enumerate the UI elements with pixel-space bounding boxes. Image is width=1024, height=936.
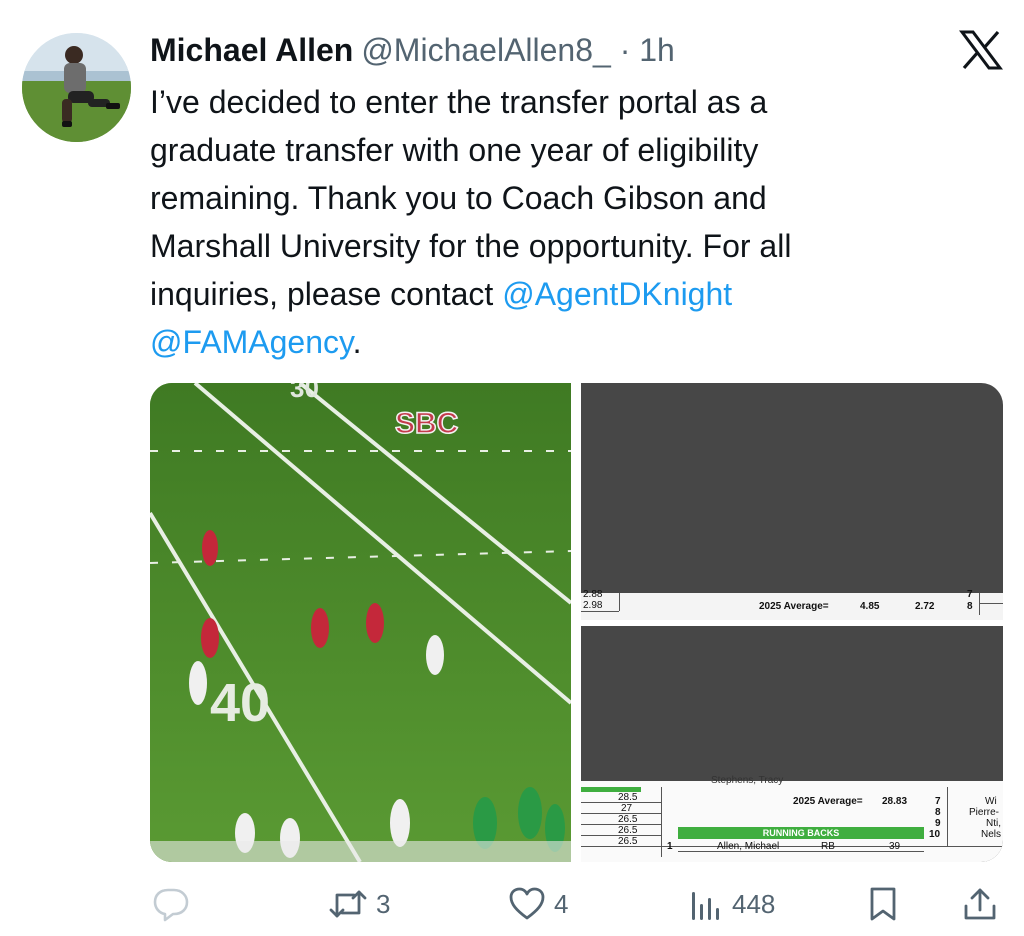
sheet-rows: Stephens, Tracy 28.5 27 26.5 26.5 26.5 2… [581, 775, 1003, 862]
sheet-right-name: Pierre- [969, 807, 1000, 818]
sheet-right-name: Wi [985, 796, 997, 807]
tweet-line: remaining. Thank you to Coach Gibson and [150, 180, 767, 216]
views-icon [692, 892, 719, 920]
sheet-top-name: Stephens, Tracy [711, 775, 784, 786]
reply-button[interactable] [152, 882, 198, 926]
retweet-count: 3 [376, 888, 391, 919]
x-logo-icon[interactable] [959, 30, 1003, 70]
mention-agentdknight[interactable]: @AgentDKnight [502, 276, 732, 312]
retweet-icon [329, 890, 367, 918]
sheet-right-num: 7 [935, 796, 941, 807]
author-name[interactable]: Michael Allen [150, 32, 353, 68]
media-stats-sheet-top[interactable]: 2.88 2.98 2025 Average= 4.85 2.72 7 8 [581, 383, 1003, 620]
bookmark-button[interactable] [866, 882, 900, 926]
media-grid: 30 SBC 40 2.88 2.98 2025 Average= 4.85 2… [150, 383, 1003, 862]
like-icon [509, 887, 545, 920]
field-logo: SBC [395, 407, 458, 440]
field-number-bottom: 40 [210, 673, 270, 733]
tweet-line-final: @FAMAgency. [150, 318, 950, 366]
sheet-avg-label: 2025 Average= [759, 601, 829, 612]
share-button[interactable] [962, 882, 998, 926]
field-number-top: 30 [290, 383, 319, 403]
media-stats-sheet-bottom[interactable]: Stephens, Tracy 28.5 27 26.5 26.5 26.5 2… [581, 626, 1003, 862]
tweet-period: . [352, 324, 362, 360]
mention-famagency[interactable]: @FAMAgency [150, 324, 353, 360]
tweet-line: I’ve decided to enter the transfer porta… [150, 84, 768, 120]
sheet-avg-val2: 2.72 [915, 601, 935, 612]
tweet-line: Marshall University for the opportunity.… [150, 228, 792, 264]
sheet-right-num: 8 [967, 601, 973, 612]
tweet-line: graduate transfer with one year of eligi… [150, 132, 759, 168]
separator-dot: · [619, 32, 631, 68]
tweet-line-contact: inquiries, please contact @AgentDKnight [150, 270, 950, 318]
sheet-avg-val: 28.83 [882, 796, 908, 807]
tweet-line: inquiries, please contact [150, 276, 503, 312]
avatar[interactable] [22, 33, 131, 142]
tweet-card: Michael Allen @MichaelAllen8_ · 1h I’ve d… [0, 0, 1024, 936]
bookmark-icon [870, 887, 896, 921]
tweet-time[interactable]: 1h [639, 32, 675, 68]
author-handle[interactable]: @MichaelAllen8_ [361, 32, 611, 68]
media-football-photo[interactable]: 30 SBC 40 [150, 383, 571, 862]
tweet-header: Michael Allen @MichaelAllen8_ · 1h [150, 30, 675, 70]
like-button[interactable]: 4 [508, 882, 568, 926]
sheet-left-val: 2.98 [583, 600, 603, 611]
action-bar: 3 4 448 [0, 882, 1024, 926]
avatar-photo [22, 33, 131, 142]
sheet-right-num: 7 [967, 589, 973, 600]
sheet-right-name: Nti, [986, 818, 1001, 829]
section-header-running-backs: RUNNING BACKS [678, 827, 924, 839]
sheet-left-val: 2.88 [583, 589, 603, 600]
tweet-text: I’ve decided to enter the transfer porta… [150, 78, 950, 366]
retweet-button[interactable]: 3 [328, 882, 390, 926]
views-button[interactable]: 448 [690, 882, 775, 926]
share-icon [964, 888, 996, 920]
sheet-row-num: 1 [667, 841, 673, 852]
football-field-image: 30 SBC 40 [150, 383, 571, 862]
reply-icon [153, 888, 189, 922]
sheet-avg-label: 2025 Average= [793, 796, 863, 807]
sheet-right-num: 9 [935, 818, 941, 829]
sheet-right-num: 8 [935, 807, 941, 818]
sheet-row: 2.88 2.98 2025 Average= 4.85 2.72 7 8 [581, 589, 1003, 620]
sheet-avg-val1: 4.85 [860, 601, 880, 612]
sheet-right-num: 10 [929, 829, 941, 840]
like-count: 4 [554, 888, 569, 919]
sheet-right-name: Nels [981, 829, 1002, 840]
views-count: 448 [732, 888, 776, 919]
